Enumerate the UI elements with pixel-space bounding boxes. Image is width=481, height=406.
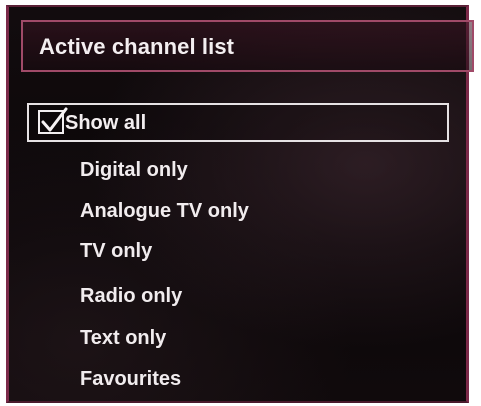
option-tv-only[interactable]: TV only — [80, 240, 152, 263]
option-analogue-tv-only[interactable]: Analogue TV only — [80, 200, 249, 223]
option-digital-only[interactable]: Digital only — [80, 159, 188, 182]
option-radio-only[interactable]: Radio only — [80, 285, 182, 308]
menu-title: Active channel list — [39, 34, 235, 59]
active-channel-list-menu: Active channel list Show all Digital onl… — [6, 5, 474, 403]
option-show-all[interactable]: Show all — [27, 103, 449, 142]
checkbox-checked-icon[interactable] — [38, 107, 68, 134]
option-text-only[interactable]: Text only — [80, 327, 166, 350]
menu-header: Active channel list — [21, 20, 474, 72]
option-label: Show all — [65, 112, 147, 134]
option-favourites[interactable]: Favourites — [80, 368, 181, 391]
